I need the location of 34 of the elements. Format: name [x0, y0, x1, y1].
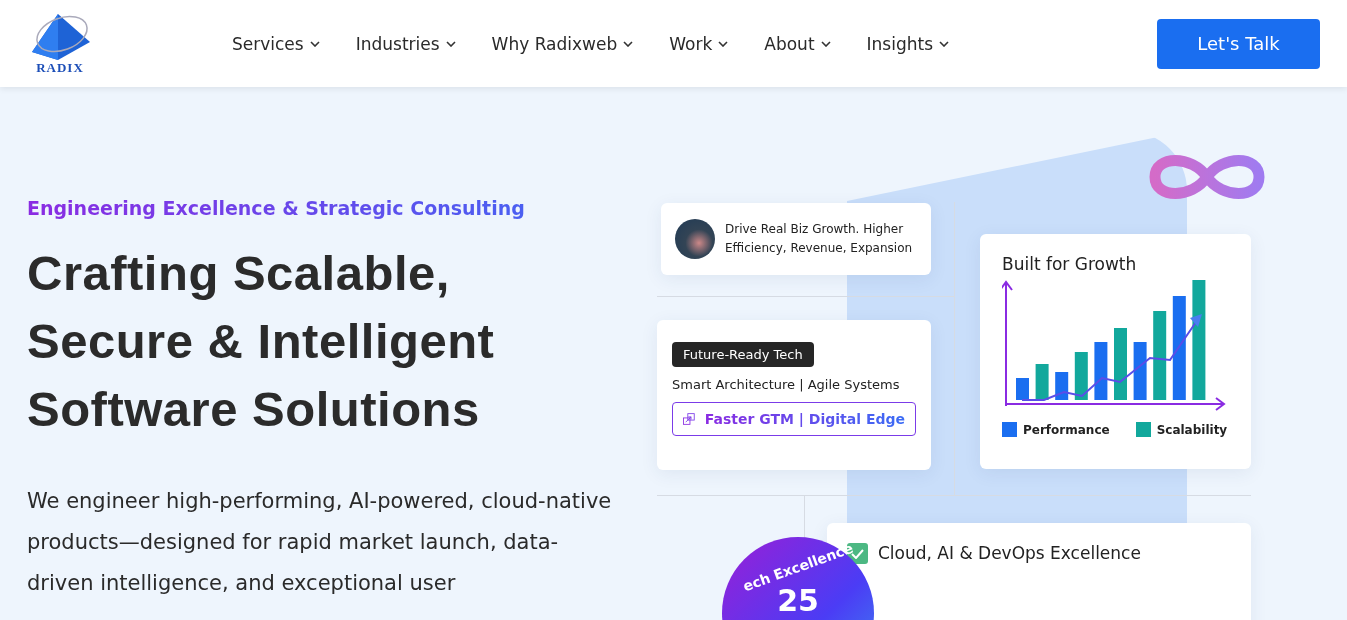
nav-menu-item[interactable]: Services	[232, 33, 320, 54]
chart-bar	[1035, 364, 1049, 400]
tech-subtitle: Smart Architecture | Agile Systems	[672, 377, 901, 392]
chart-title: Built for Growth	[1002, 254, 1138, 274]
tech-tag: Future-Ready Tech	[672, 342, 814, 367]
nav-menu-item[interactable]: Insights	[866, 33, 950, 54]
chevron-down-icon	[623, 40, 634, 47]
lets-talk-button[interactable]: Let's Talk	[1157, 18, 1320, 69]
excellence-label: Cloud, AI & DevOps Excellence	[878, 543, 1141, 563]
checkmark-icon	[851, 548, 864, 559]
chevron-down-icon	[820, 40, 831, 47]
chart-bar	[1055, 372, 1069, 400]
chevron-down-icon	[718, 40, 729, 47]
legend-label: Performance	[1023, 422, 1110, 437]
hero-heading: Crafting Scalable, Secure & Intelligent Software Solutions	[27, 245, 496, 438]
highlight-text: Faster GTM | Digital Edge	[704, 411, 905, 427]
nav-menu-item[interactable]: Why Radixweb	[491, 33, 634, 54]
legend-label: Scalability	[1156, 422, 1228, 437]
nav-menu-item[interactable]: Industries	[355, 33, 456, 54]
chart-bar	[1074, 352, 1088, 400]
nav-menu-item[interactable]: About	[764, 33, 831, 54]
growth-text: Drive Real Biz Growth. Higher Efficiency, Revenue, Expansion	[725, 221, 914, 257]
photo-placeholder	[675, 219, 715, 259]
chevron-down-icon	[309, 40, 320, 47]
badge-number: 25	[777, 583, 819, 618]
chart-bar	[1094, 342, 1108, 400]
chart-bar	[1016, 378, 1029, 400]
chevron-down-icon	[939, 40, 950, 47]
nav-menu-item[interactable]: Work	[669, 33, 729, 54]
chart-bar	[1114, 328, 1127, 400]
logo-wordmark[interactable]: RADIX	[36, 59, 84, 76]
chevron-down-icon	[445, 40, 456, 47]
chart-bar	[1133, 342, 1147, 400]
hero-description: We engineer high-performing, AI-powered, cloud-native products—designed for rapid market launch, data-driven intelligence, and exceptional user	[27, 488, 613, 597]
